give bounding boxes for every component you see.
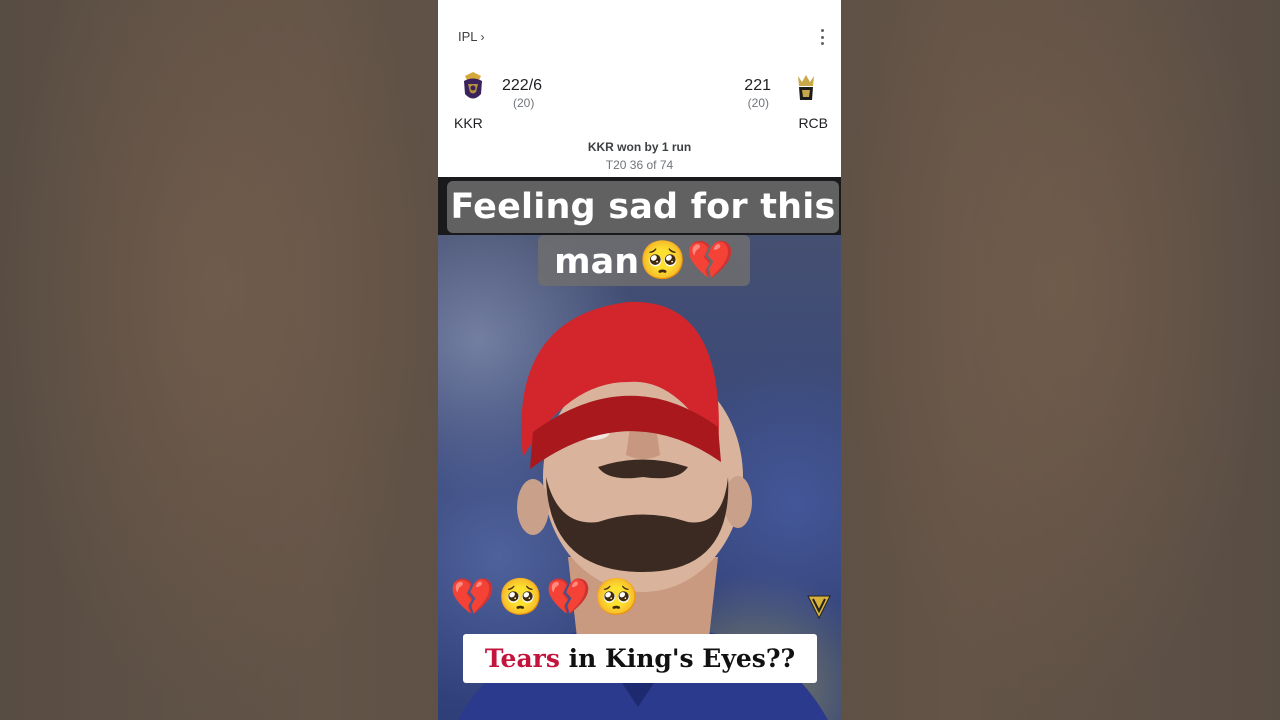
- left-blurred-background: [0, 0, 438, 720]
- right-blurred-background: [841, 0, 1280, 720]
- kkr-team-name: KKR: [454, 115, 483, 131]
- kkr-score: 222/6: [502, 77, 543, 94]
- video-content[interactable]: Feeling sad for this man🥺💔 💔🥺💔🥺 Tears in…: [438, 177, 841, 720]
- pleading-face-icon: 🥺: [498, 576, 543, 617]
- banner-text: in King's Eyes??: [559, 644, 796, 673]
- kkr-logo-icon: [464, 72, 482, 99]
- caption-line-2-text: man: [554, 242, 640, 282]
- bottom-title-banner: Tears in King's Eyes??: [463, 634, 817, 683]
- rcb-logo-icon: [798, 75, 814, 100]
- kkr-overs: (20): [513, 96, 535, 110]
- match-result: KKR won by 1 run: [587, 140, 692, 154]
- emoji-row: 💔🥺💔🥺: [450, 575, 642, 619]
- league-breadcrumb[interactable]: IPL ›: [458, 29, 485, 44]
- banner-highlight-word: Tears: [484, 644, 560, 673]
- more-options-icon[interactable]: [819, 29, 825, 45]
- pleading-face-icon: 🥺: [594, 576, 639, 617]
- short-video-frame[interactable]: IPL › 222/6 (20) 221 (20) KKR RCB KKR won…: [438, 0, 841, 720]
- chevron-right-icon: ›: [480, 30, 485, 44]
- pleading-broken-heart-emojis: 🥺💔: [639, 238, 734, 282]
- match-info: T20 36 of 74: [605, 158, 674, 172]
- rcb-overs: (20): [747, 96, 769, 110]
- broken-heart-icon: 💔: [450, 576, 495, 617]
- broken-heart-icon: 💔: [546, 576, 591, 617]
- caption-line-1: Feeling sad for this: [447, 181, 839, 233]
- caption-line-2: man🥺💔: [538, 235, 750, 286]
- rcb-score: 221: [744, 77, 771, 94]
- rcb-team-name: RCB: [798, 115, 828, 131]
- match-scorecard[interactable]: IPL › 222/6 (20) 221 (20) KKR RCB KKR won…: [438, 0, 841, 177]
- channel-watermark-icon: [807, 595, 831, 620]
- league-label: IPL: [458, 29, 478, 44]
